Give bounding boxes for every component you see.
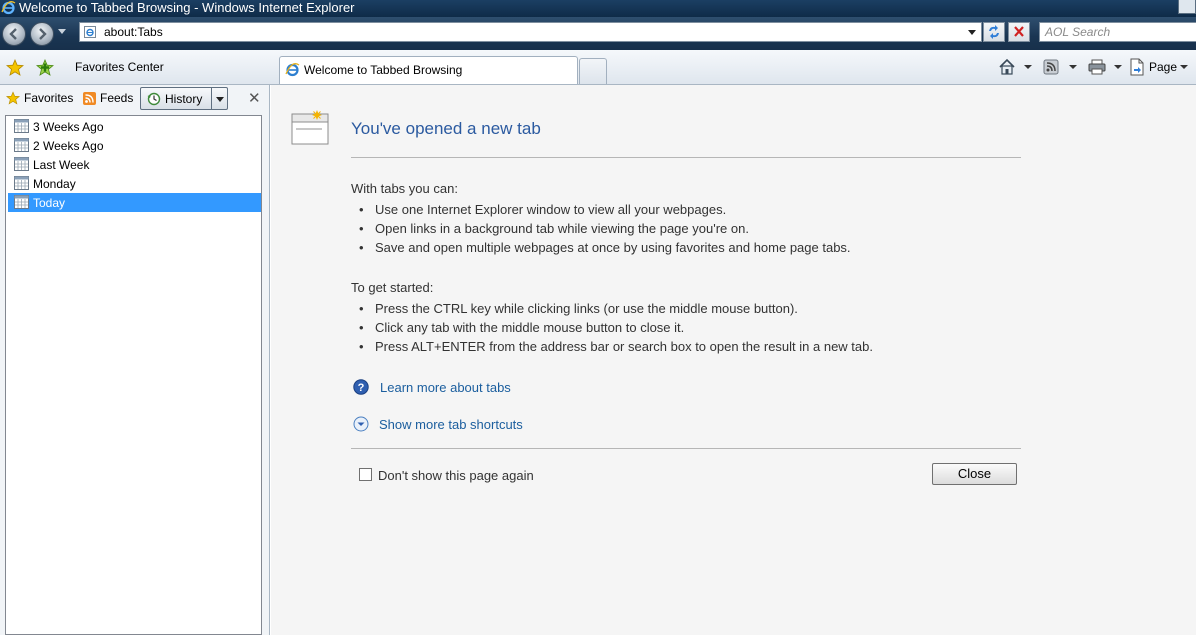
back-button[interactable]: [2, 22, 26, 46]
address-text: about:Tabs: [104, 25, 163, 39]
favorites-star-small-icon: [5, 91, 21, 105]
navigation-bar: about:Tabs AOL Search: [0, 17, 1196, 50]
dont-show-checkbox[interactable]: [359, 468, 372, 481]
history-item-monday[interactable]: Monday: [8, 174, 261, 193]
calendar-icon: [14, 195, 29, 209]
svg-text:?: ?: [358, 382, 365, 394]
favorites-pane-toolbar: Favorites Feeds History ✕: [0, 85, 269, 113]
home-icon[interactable]: [998, 58, 1016, 76]
ie-logo-icon: [1, 1, 16, 15]
calendar-icon: [14, 119, 29, 133]
page-dropdown-icon[interactable]: [1180, 65, 1188, 69]
close-pane-icon[interactable]: ✕: [248, 89, 261, 107]
print-dropdown-icon[interactable]: [1114, 65, 1122, 69]
section-title-with-tabs: With tabs you can:: [351, 181, 458, 196]
print-icon[interactable]: [1088, 58, 1106, 76]
favorites-button[interactable]: Favorites: [5, 91, 74, 107]
refresh-icon: [989, 25, 999, 39]
feeds-label: Feeds: [100, 91, 134, 105]
footer-divider: [351, 448, 1021, 449]
page-heading: You've opened a new tab: [351, 119, 541, 138]
calendar-icon: [14, 138, 29, 152]
title-bar: Welcome to Tabbed Browsing - Windows Int…: [0, 0, 1196, 17]
history-label: History: [165, 92, 203, 106]
history-item-3-weeks-ago[interactable]: 3 Weeks Ago: [8, 117, 261, 136]
list-item: Press the CTRL key while clicking links …: [359, 301, 798, 316]
search-placeholder: AOL Search: [1045, 25, 1111, 39]
new-tab-icon: [291, 110, 329, 145]
forward-arrow-icon: [39, 28, 47, 40]
search-box[interactable]: AOL Search: [1039, 22, 1196, 42]
close-button[interactable]: Close: [932, 463, 1017, 485]
favorites-star-icon[interactable]: [6, 59, 24, 76]
forward-button[interactable]: [30, 22, 54, 46]
list-item: Save and open multiple webpages at once …: [359, 240, 851, 255]
history-split-divider: [211, 88, 212, 109]
tab-welcome[interactable]: Welcome to Tabbed Browsing: [279, 56, 578, 84]
list-item: Open links in a background tab while vie…: [359, 221, 749, 236]
section-title-get-started: To get started:: [351, 280, 434, 295]
stop-x-icon: [1014, 26, 1024, 37]
history-item-label: 3 Weeks Ago: [33, 120, 104, 134]
history-item-label: 2 Weeks Ago: [33, 139, 104, 153]
feeds-dropdown-icon[interactable]: [1069, 65, 1077, 69]
favorites-center-label[interactable]: Favorites Center: [75, 60, 164, 74]
dont-show-label: Don't show this page again: [378, 468, 534, 483]
learn-more-text: Learn more about tabs: [380, 380, 511, 395]
recent-pages-dropdown-icon[interactable]: [58, 29, 66, 34]
history-item-today[interactable]: Today: [8, 193, 261, 212]
feeds-icon[interactable]: [1043, 58, 1059, 76]
address-dropdown-icon[interactable]: [968, 30, 976, 35]
page-menu-label[interactable]: Page: [1149, 60, 1177, 74]
page-content: You've opened a new tab With tabs you ca…: [271, 85, 1196, 635]
stop-button[interactable]: [1008, 22, 1030, 42]
home-dropdown-icon[interactable]: [1024, 65, 1032, 69]
list-item: Use one Internet Explorer window to view…: [359, 202, 726, 217]
rss-feed-icon: [83, 92, 96, 105]
history-item-last-week[interactable]: Last Week: [8, 155, 261, 174]
window-title: Welcome to Tabbed Browsing - Windows Int…: [19, 0, 355, 15]
list-item: Click any tab with the middle mouse butt…: [359, 320, 684, 335]
tab-label: Welcome to Tabbed Browsing: [304, 63, 463, 77]
add-favorite-icon[interactable]: [36, 59, 54, 76]
new-tab-button[interactable]: [579, 58, 607, 84]
expand-chevron-icon: [353, 416, 369, 432]
history-item-label: Today: [33, 196, 66, 210]
history-clock-icon: [147, 92, 161, 106]
history-list: 3 Weeks Ago 2 Weeks Ago Last Week Monday…: [5, 115, 262, 635]
favorites-center-pane: Favorites Feeds History ✕ 3 Weeks Ago 2 …: [0, 85, 270, 635]
list-item: Press ALT+ENTER from the address bar or …: [359, 339, 873, 354]
history-button[interactable]: History: [140, 87, 228, 110]
window-control-button[interactable]: [1178, 0, 1196, 14]
address-bar[interactable]: about:Tabs: [79, 22, 982, 42]
history-item-label: Last Week: [33, 158, 90, 172]
history-view-dropdown-icon[interactable]: [216, 97, 224, 102]
ie-tab-icon: [285, 63, 300, 77]
feeds-button[interactable]: Feeds: [83, 91, 133, 107]
heading-divider: [351, 157, 1021, 158]
help-icon: ?: [353, 379, 369, 395]
calendar-icon: [14, 157, 29, 171]
favorites-label: Favorites: [24, 91, 74, 105]
back-arrow-icon: [9, 28, 17, 40]
page-icon[interactable]: [1129, 58, 1145, 76]
ie-page-icon: [84, 26, 96, 38]
history-item-2-weeks-ago[interactable]: 2 Weeks Ago: [8, 136, 261, 155]
show-shortcuts-text: Show more tab shortcuts: [379, 417, 523, 432]
refresh-button[interactable]: [983, 22, 1005, 42]
history-item-label: Monday: [33, 177, 76, 191]
calendar-icon: [14, 176, 29, 190]
command-bar: Favorites Center Welcome to Tabbed Brows…: [0, 50, 1196, 85]
